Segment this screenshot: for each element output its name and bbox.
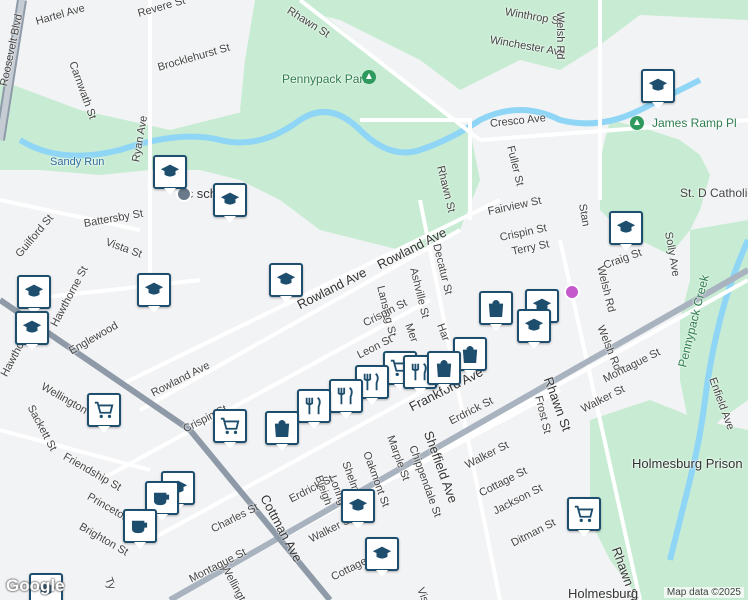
poi-label: St. D Catholic (680, 186, 748, 200)
coffee-cup-icon (131, 520, 148, 534)
grocery-marker[interactable] (567, 497, 601, 537)
school-marker[interactable] (137, 273, 171, 313)
school-marker[interactable] (641, 69, 675, 109)
shopping-bag-icon (488, 299, 504, 317)
shopping-bag-icon (436, 359, 452, 377)
school-icon (648, 78, 668, 91)
school-icon (144, 282, 164, 295)
restaurant-marker[interactable] (297, 389, 331, 429)
cart-icon (94, 401, 114, 419)
school-marker[interactable] (15, 311, 49, 351)
school-marker[interactable] (269, 263, 303, 303)
coffee-cup-icon (153, 492, 170, 506)
shopping-bag-icon (462, 345, 478, 363)
park-icon: ▲ (362, 70, 376, 84)
creek-label: Sandy Run (50, 156, 105, 168)
street-label: Welsh Rd (554, 12, 566, 60)
shopping-bag-icon (274, 419, 290, 437)
grocery-marker[interactable] (213, 409, 247, 449)
park-icon: ▲ (630, 116, 644, 130)
shopping-marker[interactable] (427, 351, 461, 391)
restaurant-marker[interactable] (329, 379, 363, 419)
fork-knife-icon (363, 373, 379, 391)
school-marker[interactable] (17, 275, 51, 315)
school-icon (22, 320, 42, 333)
park-label: James Ramp Pl (652, 116, 737, 130)
grocery-marker[interactable] (87, 393, 121, 433)
map-attribution[interactable]: Map data ©2025 (663, 587, 744, 598)
park-label: Pennypack Park (282, 72, 370, 86)
school-marker[interactable] (153, 155, 187, 195)
map-canvas[interactable]: Hartel Ave Revere St Carnwath St Brockle… (0, 0, 748, 600)
poi-label: Holmesburg Prison (632, 456, 743, 471)
fork-knife-icon (337, 387, 353, 405)
school-icon (372, 546, 392, 559)
cafe-marker[interactable] (123, 509, 157, 549)
school-marker[interactable] (365, 537, 399, 577)
shopping-marker[interactable] (479, 291, 513, 331)
school-icon (160, 164, 180, 177)
cart-icon (220, 417, 240, 435)
fork-knife-icon (305, 397, 321, 415)
school-icon (220, 192, 240, 205)
school-marker[interactable] (341, 489, 375, 529)
poi-icon (564, 284, 580, 300)
school-icon (524, 318, 544, 331)
school-icon (24, 284, 44, 297)
school-marker[interactable] (517, 309, 551, 349)
cart-icon (574, 505, 594, 523)
shopping-marker[interactable] (265, 411, 299, 451)
school-icon (348, 498, 368, 511)
map-logo: Google (6, 576, 65, 595)
school-icon (616, 220, 636, 233)
school-icon (276, 272, 296, 285)
poi-label: Holmesburg (568, 586, 639, 600)
school-marker[interactable] (213, 183, 247, 223)
school-marker[interactable] (609, 211, 643, 251)
